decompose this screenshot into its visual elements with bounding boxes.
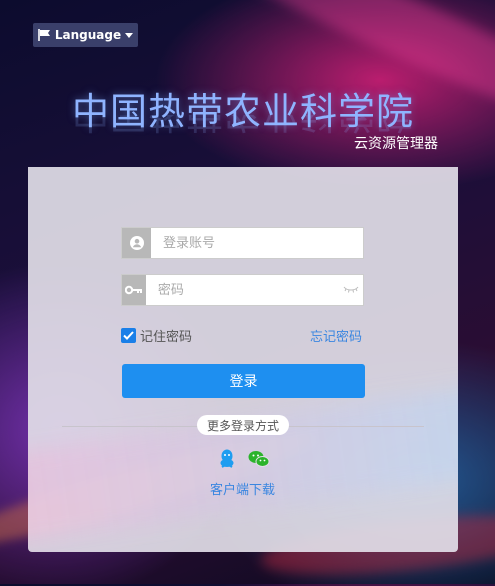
wechat-icon[interactable] — [248, 450, 270, 468]
password-field — [121, 274, 364, 306]
qq-icon[interactable] — [218, 449, 236, 469]
forgot-password-link[interactable]: 忘记密码 — [310, 326, 362, 345]
caret-down-icon — [125, 32, 134, 38]
account-input[interactable] — [151, 228, 363, 258]
language-button[interactable]: Language — [33, 23, 138, 47]
eye-closed-icon[interactable] — [340, 275, 363, 305]
password-input[interactable] — [145, 275, 340, 305]
account-field — [121, 227, 364, 259]
remember-password[interactable]: 记住密码 — [121, 326, 192, 345]
page-subtitle: 云资源管理器 — [354, 136, 438, 152]
flag-icon — [38, 29, 51, 41]
login-panel: 记住密码 忘记密码 登录 更多登录方式 客户端下载 — [28, 167, 458, 552]
language-label: Language — [54, 28, 122, 42]
login-button[interactable]: 登录 — [122, 364, 365, 398]
user-icon — [122, 228, 151, 258]
key-icon — [122, 275, 146, 305]
more-login-methods-label: 更多登录方式 — [197, 415, 290, 435]
client-download-link[interactable]: 客户端下载 — [210, 479, 275, 498]
remember-label: 记住密码 — [140, 330, 193, 345]
remember-checkbox[interactable] — [121, 328, 136, 343]
